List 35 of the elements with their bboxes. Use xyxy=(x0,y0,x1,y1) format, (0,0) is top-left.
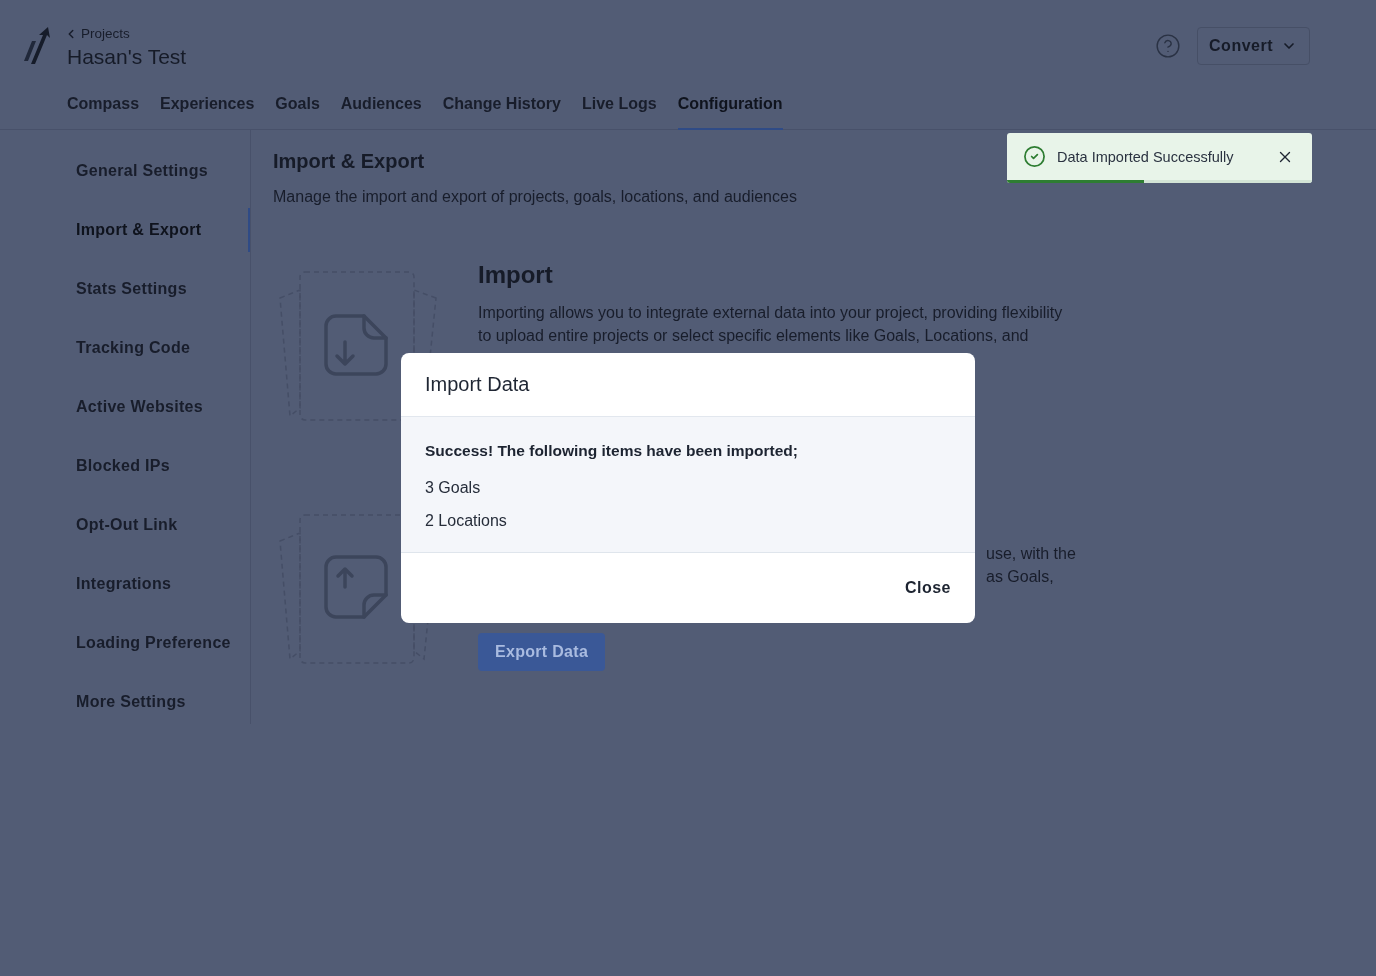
success-icon xyxy=(1023,145,1046,168)
section-heading: Import xyxy=(478,260,553,290)
close-button[interactable]: Close xyxy=(904,579,951,597)
page-title: Import & Export xyxy=(273,149,425,174)
export-data-button[interactable]: Export Data xyxy=(478,633,606,671)
section-description: as Goals, xyxy=(986,567,1054,587)
sidebar-item[interactable]: Active Websites xyxy=(0,385,250,429)
modal-message: Success! The following items have been imported; xyxy=(425,441,798,461)
sidebar-item[interactable]: Tracking Code xyxy=(0,326,250,370)
sidebar-item[interactable]: More Settings xyxy=(0,680,250,724)
nav-tab[interactable]: Change History xyxy=(442,94,561,130)
section-description: Importing allows you to integrate external data into your project, providing flexibility to upload entire projects or select specific elements like Goals, Locations, and xyxy=(478,303,1064,346)
nav-tab[interactable]: Live Logs xyxy=(581,94,657,130)
sidebar-item[interactable]: Import & Export xyxy=(0,208,250,252)
page-subtitle: Manage the import and export of projects, goals, locations, and audiences xyxy=(273,187,797,207)
imported-item: 2 Locations xyxy=(425,511,507,531)
section-description: use, with the xyxy=(986,544,1076,564)
modal-title: Import Data xyxy=(425,373,530,396)
nav-tab[interactable]: Audiences xyxy=(340,94,422,130)
nav-tab[interactable]: Goals xyxy=(275,94,320,130)
nav-tab[interactable]: Compass xyxy=(67,94,140,130)
logo-icon xyxy=(22,27,52,65)
project-title: Hasan's Test xyxy=(67,44,187,70)
sidebar-item[interactable]: Loading Preference xyxy=(0,621,250,665)
sidebar-item[interactable]: Stats Settings xyxy=(0,267,250,311)
sidebar-item[interactable]: Blocked IPs xyxy=(0,444,250,488)
sidebar-item[interactable]: General Settings xyxy=(0,149,250,193)
sidebar-item[interactable]: Opt-Out Link xyxy=(0,503,250,547)
sidebar-item[interactable]: Integrations xyxy=(0,562,250,606)
imported-item: 3 Goals xyxy=(425,478,481,498)
nav-tab[interactable]: Configuration xyxy=(677,94,783,130)
toast-message: Data Imported Successfully xyxy=(1057,148,1235,165)
back-link[interactable]: Projects xyxy=(64,26,130,42)
account-dropdown-button[interactable]: Convert xyxy=(1197,27,1310,65)
nav-tab[interactable]: Experiences xyxy=(160,94,255,130)
